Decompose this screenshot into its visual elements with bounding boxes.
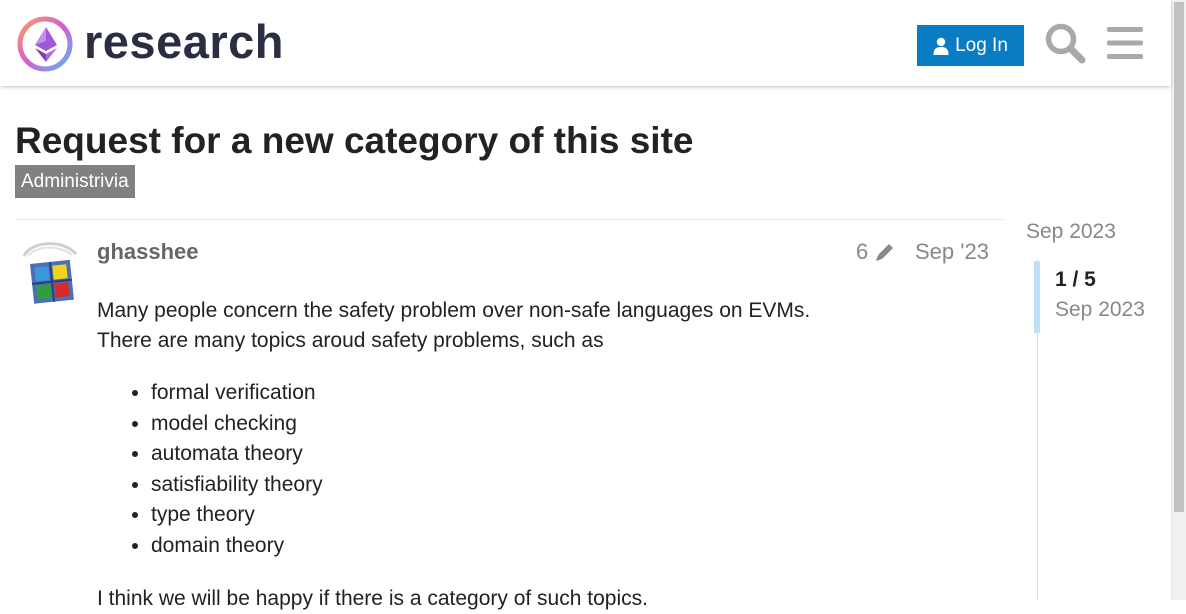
timeline-current-date: Sep 2023 [1055, 298, 1145, 321]
pencil-icon [876, 244, 894, 261]
timeline-position: 1 / 5 [1055, 268, 1096, 291]
site-brand[interactable]: research [84, 14, 284, 70]
list-item: automata theory [151, 439, 987, 470]
site-header: research Log In [0, 0, 1171, 86]
login-label: Log In [955, 34, 1008, 56]
timeline-start-date[interactable]: Sep 2023 [1026, 220, 1116, 244]
list-item: formal verification [151, 378, 987, 409]
topic-title[interactable]: Request for a new category of this site [15, 118, 693, 164]
user-avatar[interactable] [22, 240, 78, 312]
search-icon[interactable] [1044, 22, 1086, 64]
list-item: domain theory [151, 531, 987, 562]
topic-divider [15, 219, 1004, 220]
ethereum-research-logo[interactable] [16, 15, 74, 73]
post-username[interactable]: ghasshee [97, 239, 199, 265]
list-item: type theory [151, 500, 987, 531]
category-badge[interactable]: Administrivia [15, 165, 135, 198]
post-outro: I think we will be happy if there is a c… [97, 587, 648, 610]
post-edit-history[interactable]: 6 [856, 239, 896, 265]
user-icon [933, 37, 949, 55]
list-item: model checking [151, 409, 987, 440]
post-intro-line-1: Many people concern the safety problem o… [97, 299, 811, 322]
scrollbar-thumb[interactable] [1174, 2, 1184, 512]
timeline-handle[interactable] [1034, 261, 1040, 333]
post-intro-line-2: There are many topics aroud safety probl… [97, 329, 604, 352]
post-date[interactable]: Sep '23 [915, 239, 989, 265]
list-item: satisfiability theory [151, 470, 987, 501]
hamburger-menu-icon[interactable] [1106, 25, 1144, 61]
post-body: Many people concern the safety problem o… [97, 296, 987, 614]
topic-list: formal verification model checking autom… [97, 378, 987, 561]
page-scrollbar[interactable] [1171, 0, 1186, 600]
login-button[interactable]: Log In [917, 25, 1024, 66]
edit-count: 6 [856, 239, 869, 264]
